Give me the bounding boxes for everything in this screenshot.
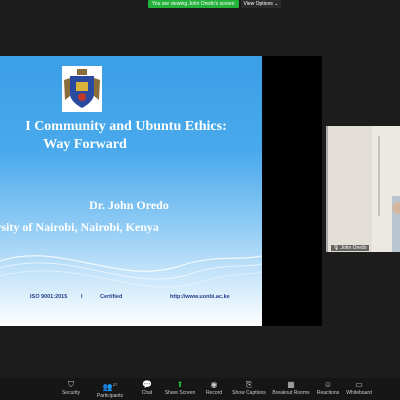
university-crest-logo [62, 66, 102, 112]
footer-certified: Certified [100, 294, 123, 300]
view-options-label: View Options [243, 1, 273, 7]
presentation-slide: I Community and Ubuntu Ethics: Way Forwa… [0, 56, 262, 326]
share-screen-label: Share Screen [164, 390, 196, 396]
captions-icon: ⎘ [245, 380, 253, 389]
whiteboard-icon: ▭ [355, 380, 363, 389]
record-button[interactable]: ◉ Record [195, 380, 233, 397]
participant-video-tile[interactable]: 🎙 John Oredo [326, 126, 400, 252]
meeting-toolbar: ⛉ Security 👥27 Participants 💬 Chat ⬆ Sha… [0, 378, 400, 400]
share-screen-icon: ⬆ [176, 380, 184, 389]
breakout-rooms-label: Breakout Rooms [272, 390, 310, 396]
footer-separator: I [81, 294, 83, 300]
slide-affiliation: rsity of Nairobi, Nairobi, Kenya [0, 220, 159, 234]
slide-title-line2: Way Forward [43, 137, 127, 152]
shield-icon: ⛉ [68, 380, 74, 389]
whiteboard-button[interactable]: ▭ Whiteboard [340, 380, 378, 397]
participant-name-tag: 🎙 John Oredo [331, 245, 369, 251]
slide-wave-decoration [0, 255, 262, 288]
participants-icon: 👥27 [102, 382, 118, 392]
security-label: Security [61, 390, 81, 396]
breakout-rooms-button[interactable]: ▦ Breakout Rooms [272, 380, 310, 397]
security-button[interactable]: ⛉ Security [52, 380, 90, 397]
breakout-rooms-icon: ▦ [287, 380, 295, 389]
whiteboard-label: Whiteboard [346, 390, 372, 396]
participants-button[interactable]: 👥27 Participants [91, 380, 129, 400]
record-icon: ◉ [210, 380, 218, 389]
show-captions-label: Show Captions [232, 390, 266, 396]
speaker-silhouette [328, 126, 400, 252]
slide-author: Dr. John Oredo [89, 198, 169, 212]
participants-count: 27 [112, 382, 118, 387]
slide-title-line1: I Community and Ubuntu Ethics: [25, 119, 227, 134]
record-label: Record [205, 390, 223, 396]
participant-name: John Oredo [340, 245, 367, 251]
viewing-screen-banner: You are viewing John Oredo's screen [148, 0, 239, 8]
share-screen-button[interactable]: ⬆ Share Screen [161, 380, 199, 397]
footer-url: http://www.uonbi.ac.ke [170, 294, 230, 300]
top-banner: You are viewing John Oredo's screen View… [148, 0, 282, 8]
participants-label: Participants [96, 392, 124, 399]
shared-screen: I Community and Ubuntu Ethics: Way Forwa… [0, 56, 322, 326]
view-options-button[interactable]: View Options ⌄ [240, 0, 282, 8]
footer-iso: ISO 9001:2015 [30, 294, 68, 300]
show-captions-button[interactable]: ⎘ Show Captions [230, 380, 268, 397]
microphone-icon: 🎙 [333, 245, 340, 251]
